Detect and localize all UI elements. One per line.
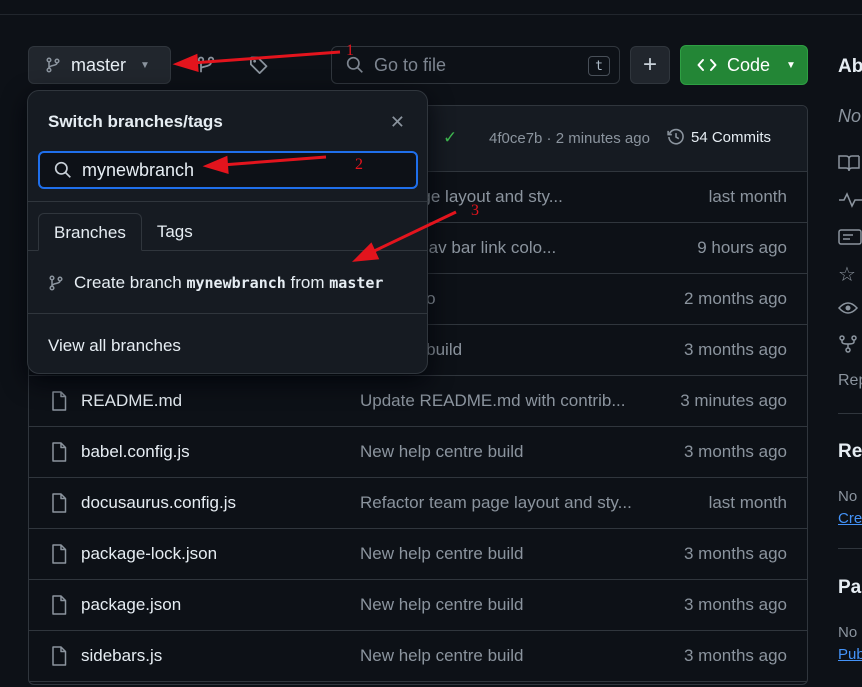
- view-all-branches-link[interactable]: View all branches: [48, 336, 181, 356]
- branch-select-button[interactable]: master ▼: [28, 46, 171, 84]
- commit-message[interactable]: New help centre build: [360, 544, 640, 564]
- go-to-file-input[interactable]: Go to file t: [331, 46, 620, 84]
- file-icon: [51, 544, 67, 569]
- about-sidebar: Ab No ☆ Rep Re No Crea Pac No Pub: [838, 0, 862, 687]
- commit-hash-time[interactable]: 4f0ce7b · 2 minutes ago: [489, 130, 650, 147]
- commit-time: 9 hours ago: [697, 238, 787, 257]
- about-heading: Ab: [838, 56, 862, 77]
- commit-time: 3 months ago: [683, 646, 787, 665]
- go-to-file-placeholder: Go to file: [374, 54, 447, 75]
- file-name[interactable]: babel.config.js: [81, 442, 190, 462]
- commit-message[interactable]: New help centre build: [360, 646, 640, 666]
- commit-time: 2 months ago: [683, 289, 787, 308]
- report-link[interactable]: Rep: [838, 372, 862, 390]
- table-row[interactable]: sidebars.js New help centre build 3 mont…: [29, 631, 807, 682]
- divider: [28, 313, 427, 314]
- chevron-down-icon: ▼: [140, 59, 150, 71]
- add-file-button[interactable]: +: [630, 46, 670, 84]
- commit-time: 3 months ago: [683, 340, 787, 359]
- table-row[interactable]: package-lock.json New help centre build …: [29, 529, 807, 580]
- file-name[interactable]: package.json: [81, 595, 181, 615]
- commit-message[interactable]: Update README.md with contrib...: [360, 391, 640, 411]
- file-name[interactable]: package-lock.json: [81, 544, 217, 564]
- commit-time: 3 minutes ago: [680, 391, 787, 410]
- annotation-number-1: 1: [346, 42, 354, 59]
- check-icon: ✓: [443, 128, 458, 147]
- file-icon: [51, 391, 67, 416]
- annotation-arrowhead-1: [172, 53, 199, 73]
- divider: [838, 413, 862, 414]
- commits-link[interactable]: 54 Commits: [667, 128, 771, 146]
- readme-icon: [838, 228, 862, 251]
- commits-count: 54 Commits: [691, 128, 772, 146]
- create-branch-text: Create branch mynewbranch from master: [74, 273, 383, 293]
- table-row[interactable]: README.md Update README.md with contrib.…: [29, 376, 807, 427]
- commit-time: 3 months ago: [683, 595, 787, 614]
- tab-branches[interactable]: Branches: [38, 213, 142, 251]
- tab-tags[interactable]: Tags: [142, 213, 208, 251]
- eye-icon: [838, 299, 862, 322]
- divider: [838, 548, 862, 549]
- git-branch-icon: [46, 57, 60, 73]
- file-name[interactable]: README.md: [81, 391, 182, 411]
- commit-time: 3 months ago: [683, 544, 787, 563]
- new-branch-name: mynewbranch: [186, 274, 286, 292]
- activity-icon: [838, 191, 862, 214]
- file-icon: [51, 442, 67, 467]
- commit-time: 3 months ago: [683, 442, 787, 461]
- create-prefix: Create branch: [74, 273, 182, 292]
- create-release-link[interactable]: Crea: [838, 510, 862, 527]
- releases-heading[interactable]: Re: [838, 441, 862, 463]
- packages-heading[interactable]: Pac: [838, 577, 862, 599]
- create-from: from: [290, 273, 325, 292]
- commit-message[interactable]: New help centre build: [360, 595, 640, 615]
- file-icon: [51, 646, 67, 671]
- annotation-number-3: 3: [471, 202, 479, 219]
- code-icon: [697, 59, 717, 71]
- branches-icon[interactable]: [196, 56, 216, 81]
- annotation-number-2: 2: [355, 156, 363, 173]
- book-icon: [838, 154, 862, 177]
- code-button[interactable]: Code ▼: [680, 45, 808, 85]
- divider: [28, 201, 427, 202]
- file-icon: [51, 493, 67, 518]
- header-divider: [0, 14, 862, 15]
- fork-icon: [838, 335, 862, 358]
- plus-icon: +: [642, 51, 657, 78]
- tag-icon[interactable]: [249, 55, 269, 80]
- chevron-down-icon: ▼: [786, 59, 796, 71]
- no-packages-text: No: [838, 624, 858, 641]
- branch-dropdown: Switch branches/tags ✕ mynewbranch Branc…: [27, 90, 428, 374]
- table-row[interactable]: docusaurus.config.js Refactor team page …: [29, 478, 807, 529]
- close-icon[interactable]: ✕: [390, 112, 405, 133]
- commit-time: last month: [708, 187, 787, 206]
- table-row[interactable]: package.json New help centre build 3 mon…: [29, 580, 807, 631]
- publish-package-link[interactable]: Pub: [838, 646, 862, 663]
- branch-search-value: mynewbranch: [82, 159, 195, 180]
- no-description: No: [838, 106, 862, 126]
- star-icon: ☆: [838, 264, 856, 286]
- commit-time: last month: [708, 493, 787, 512]
- shortcut-key: t: [588, 56, 610, 76]
- base-branch-name: master: [329, 274, 384, 292]
- table-row[interactable]: babel.config.js New help centre build 3 …: [29, 427, 807, 478]
- no-releases-text: No: [838, 488, 858, 505]
- search-icon: [54, 161, 71, 178]
- file-icon: [51, 595, 67, 620]
- file-name[interactable]: docusaurus.config.js: [81, 493, 236, 513]
- dropdown-title: Switch branches/tags: [48, 112, 223, 131]
- history-icon: [667, 128, 684, 145]
- commit-message[interactable]: Refactor team page layout and sty...: [360, 493, 640, 513]
- commit-message[interactable]: New help centre build: [360, 442, 640, 462]
- git-branch-icon: [49, 275, 63, 291]
- file-name[interactable]: sidebars.js: [81, 646, 162, 666]
- create-branch-item[interactable]: Create branch mynewbranch from master: [48, 273, 383, 293]
- code-button-label: Code: [727, 54, 771, 75]
- dropdown-tabs: Branches Tags: [38, 213, 208, 251]
- branch-name: master: [71, 54, 127, 75]
